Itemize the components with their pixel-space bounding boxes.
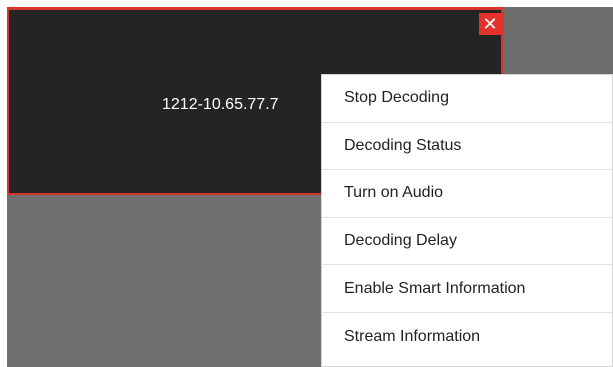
menu-item-decoding-status[interactable]: Decoding Status bbox=[322, 123, 612, 171]
window-label: 1212-10.65.77.7 bbox=[162, 96, 279, 113]
menu-item-stop-decoding[interactable]: Stop Decoding bbox=[322, 75, 612, 123]
video-wall: 1212-10.65.77.7 ✕ Stop Decoding Decoding… bbox=[0, 0, 613, 367]
menu-item-enable-smart-information[interactable]: Enable Smart Information bbox=[322, 265, 612, 313]
menu-item-stream-information[interactable]: Stream Information bbox=[322, 313, 612, 361]
menu-item-decoding-delay[interactable]: Decoding Delay bbox=[322, 218, 612, 266]
close-icon[interactable]: ✕ bbox=[479, 13, 501, 35]
menu-item-turn-on-audio[interactable]: Turn on Audio bbox=[322, 170, 612, 218]
context-menu: Stop Decoding Decoding Status Turn on Au… bbox=[321, 74, 613, 367]
